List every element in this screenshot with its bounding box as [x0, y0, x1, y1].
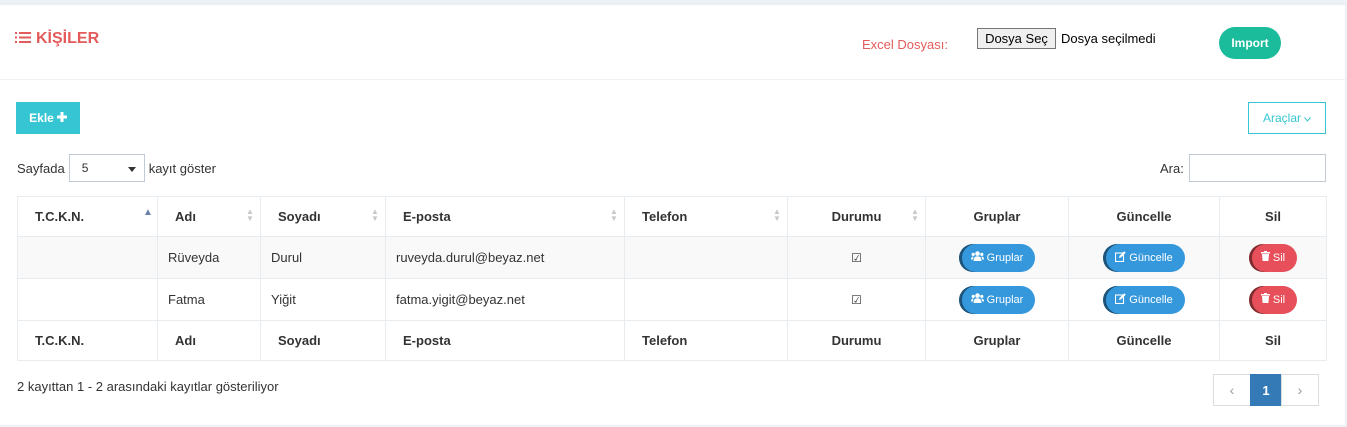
update-button-label: Güncelle: [1129, 251, 1173, 264]
users-icon: [970, 251, 984, 264]
cell-groups: Gruplar: [925, 278, 1069, 321]
plus-icon: [56, 111, 67, 125]
footer-status: Durumu: [787, 320, 926, 361]
contacts-table: T.C.K.N. ▲ Adı ▲ ▼ Soyadı ▲ ▼ E-posta ▲ ▼ Telef…: [17, 196, 1327, 361]
cell-phone: [624, 236, 788, 279]
groups-button-label: Gruplar: [986, 293, 1024, 306]
delete-button-label: Sil: [1272, 251, 1286, 264]
page-title: KİŞİLER: [15, 30, 99, 48]
page-length-select[interactable]: 5: [68, 154, 145, 182]
users-icon: [970, 293, 984, 306]
portlet-header: KİŞİLER Excel Dosyası: Dosya Seç Dosya s…: [0, 5, 1345, 80]
table-header-row: T.C.K.N. ▲ Adı ▲ ▼ Soyadı ▲ ▼ E-posta ▲ ▼ Telef…: [17, 196, 1327, 237]
cell-surname: Durul: [260, 236, 386, 279]
cell-update: Güncelle: [1068, 236, 1220, 279]
cell-email: ruveyda.durul@beyaz.net: [385, 236, 625, 279]
delete-button[interactable]: Sil: [1249, 285, 1297, 314]
cell-delete: Sil: [1219, 278, 1327, 321]
cell-status: ☑: [787, 278, 926, 321]
column-header-email[interactable]: E-posta ▲ ▼: [385, 196, 625, 237]
column-header-update: Güncelle: [1068, 196, 1220, 237]
pagination: ‹ 1 ›: [1213, 374, 1319, 406]
cell-name: Fatma: [157, 278, 261, 321]
column-header-surname[interactable]: Soyadı ▲ ▼: [260, 196, 386, 237]
prev-page-button[interactable]: ‹: [1213, 374, 1251, 406]
cell-delete: Sil: [1219, 236, 1327, 279]
column-header-name[interactable]: Adı ▲ ▼: [157, 196, 261, 237]
tools-label: Araçlar: [1262, 111, 1301, 125]
groups-button[interactable]: Gruplar: [959, 243, 1035, 272]
tools-dropdown-button[interactable]: Araçlar: [1248, 102, 1326, 134]
cell-email: fatma.yigit@beyaz.net: [385, 278, 625, 321]
list-icon: [15, 30, 31, 48]
next-page-button[interactable]: ›: [1281, 374, 1319, 406]
footer-phone: Telefon: [624, 320, 788, 361]
page-length-control: Sayfada 5 kayıt göster: [17, 154, 216, 182]
cell-name: Rüveyda: [157, 236, 261, 279]
groups-button-label: Gruplar: [986, 251, 1024, 264]
cell-phone: [624, 278, 788, 321]
footer-tckn: T.C.K.N.: [17, 320, 158, 361]
update-button[interactable]: Güncelle: [1103, 243, 1185, 272]
sort-icon: ▲ ▼: [371, 207, 379, 223]
column-header-groups: Gruplar: [925, 196, 1069, 237]
sort-icon: ▲ ▼: [610, 207, 618, 223]
column-header-delete: Sil: [1219, 196, 1327, 237]
footer-surname: Soyadı: [260, 320, 386, 361]
page-length-value: 5: [81, 161, 89, 175]
column-header-tckn[interactable]: T.C.K.N. ▲: [17, 196, 158, 237]
delete-button[interactable]: Sil: [1249, 243, 1297, 272]
footer-groups: Gruplar: [925, 320, 1069, 361]
table-info: 2 kayıttan 1 - 2 arasındaki kayıtlar gös…: [17, 379, 279, 394]
trash-icon: [1260, 251, 1270, 264]
table-row: Rüveyda Durul ruveyda.durul@beyaz.net ☑ …: [17, 236, 1327, 279]
sort-icon: ▲ ▼: [246, 207, 254, 223]
table-footer-row: T.C.K.N. Adı Soyadı E-posta Telefon Duru…: [17, 320, 1327, 361]
delete-button-label: Sil: [1272, 293, 1286, 306]
table-search: Ara:: [1160, 154, 1326, 182]
sort-asc-icon: ▲: [143, 207, 153, 218]
footer-email: E-posta: [385, 320, 625, 361]
add-button-label: Ekle: [29, 111, 54, 125]
checkbox-checked-icon: ☑: [851, 293, 862, 307]
contacts-portlet: KİŞİLER Excel Dosyası: Dosya Seç Dosya s…: [0, 3, 1345, 425]
footer-name: Adı: [157, 320, 261, 361]
cell-tckn: [17, 278, 158, 321]
search-input[interactable]: [1188, 154, 1326, 182]
column-header-phone[interactable]: Telefon ▲ ▼: [624, 196, 788, 237]
caret-down-icon: [127, 161, 136, 175]
page-length-prefix: Sayfada: [17, 160, 65, 176]
sort-icon: ▲ ▼: [773, 207, 781, 223]
sort-icon: ▲ ▼: [911, 207, 919, 223]
edit-icon: [1115, 250, 1126, 265]
footer-delete: Sil: [1219, 320, 1327, 361]
update-button-label: Güncelle: [1129, 293, 1173, 306]
cell-surname: Yiğit: [260, 278, 386, 321]
choose-file-button[interactable]: Dosya Seç: [977, 28, 1056, 49]
edit-icon: [1115, 292, 1126, 307]
trash-icon: [1260, 293, 1270, 306]
excel-file-label: Excel Dosyası:: [862, 37, 948, 52]
groups-button[interactable]: Gruplar: [959, 285, 1035, 314]
cell-update: Güncelle: [1068, 278, 1220, 321]
page-length-suffix: kayıt göster: [148, 160, 216, 176]
file-status-text: Dosya seçilmedi: [1061, 31, 1156, 46]
column-header-status[interactable]: Durumu ▲ ▼: [787, 196, 926, 237]
cell-status: ☑: [787, 236, 926, 279]
page-title-text: KİŞİLER: [36, 30, 100, 47]
cell-groups: Gruplar: [925, 236, 1069, 279]
import-button[interactable]: Import: [1219, 27, 1281, 59]
search-label: Ara:: [1160, 160, 1184, 176]
update-button[interactable]: Güncelle: [1103, 285, 1185, 314]
add-button[interactable]: Ekle: [16, 102, 80, 134]
table-row: Fatma Yiğit fatma.yigit@beyaz.net ☑ Grup…: [17, 278, 1327, 321]
cell-tckn: [17, 236, 158, 279]
chevron-down-icon: [1304, 111, 1311, 125]
footer-update: Güncelle: [1068, 320, 1220, 361]
page-1-button[interactable]: 1: [1250, 374, 1282, 406]
checkbox-checked-icon: ☑: [851, 251, 862, 265]
